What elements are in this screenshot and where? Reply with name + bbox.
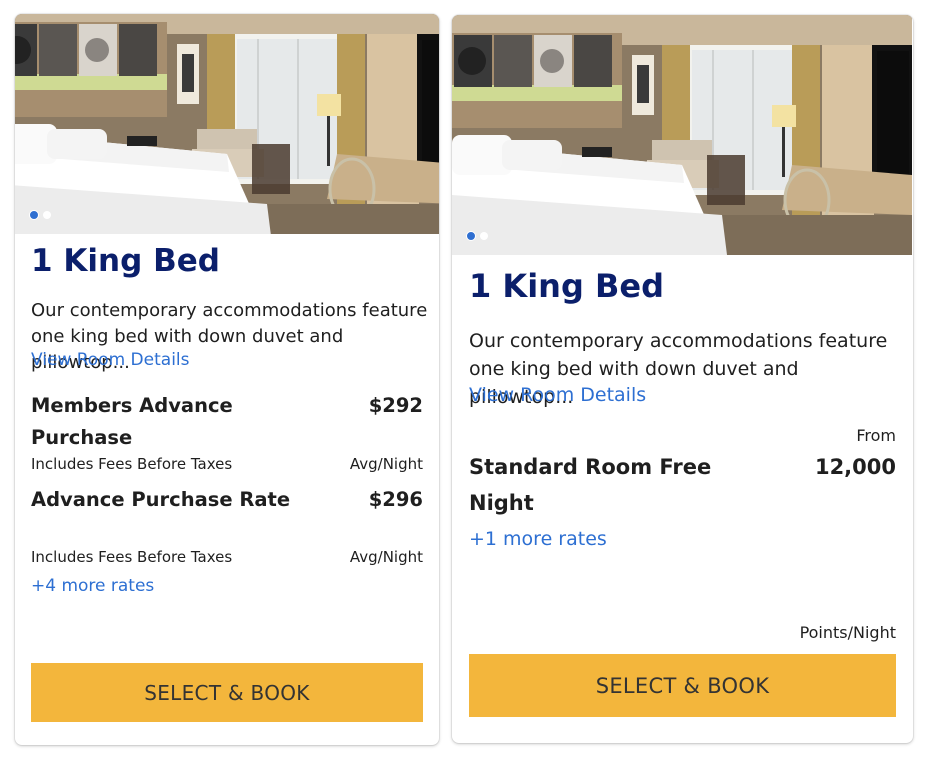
carousel-dot-active[interactable] <box>29 210 39 220</box>
carousel-dot[interactable] <box>43 211 51 219</box>
more-rates-link[interactable]: +1 more rates <box>469 528 607 550</box>
rate-fee-note: Includes Fees Before Taxes <box>31 548 233 566</box>
select-book-button[interactable]: SELECT & BOOK <box>31 663 423 722</box>
rate-unit: Avg/Night <box>349 548 423 566</box>
select-book-button[interactable]: SELECT & BOOK <box>469 654 896 717</box>
price-unit: Points/Night <box>799 623 896 642</box>
room-photo-image <box>452 15 912 255</box>
rate-name: Standard Room Free Night <box>469 455 712 515</box>
room-photo[interactable] <box>15 14 439 234</box>
room-title: 1 King Bed <box>31 243 220 279</box>
rate-fee-note: Includes Fees Before Taxes <box>31 455 233 473</box>
rate-name: Advance Purchase Rate <box>31 488 291 511</box>
view-room-details-link[interactable]: View Room Details <box>469 384 646 406</box>
room-photo[interactable] <box>452 15 913 255</box>
carousel-indicator <box>29 210 51 220</box>
room-card: 1 King Bed Our contemporary accommodatio… <box>15 14 439 745</box>
room-title: 1 King Bed <box>469 267 664 305</box>
carousel-dot[interactable] <box>480 232 488 240</box>
room-photo-image <box>15 14 439 234</box>
rate-price: $296 <box>368 488 423 511</box>
view-room-details-link[interactable]: View Room Details <box>31 350 190 370</box>
carousel-indicator <box>466 231 488 241</box>
rate-price: 12,000 <box>814 455 896 479</box>
rate-unit: Avg/Night <box>349 455 423 473</box>
room-card: 1 King Bed Our contemporary accommodatio… <box>452 15 913 743</box>
more-rates-link[interactable]: +4 more rates <box>31 576 154 596</box>
carousel-dot-active[interactable] <box>466 231 476 241</box>
rate-price: $292 <box>368 394 423 417</box>
price-prefix: From <box>856 426 896 445</box>
rate-name: Members Advance Purchase <box>31 394 233 449</box>
